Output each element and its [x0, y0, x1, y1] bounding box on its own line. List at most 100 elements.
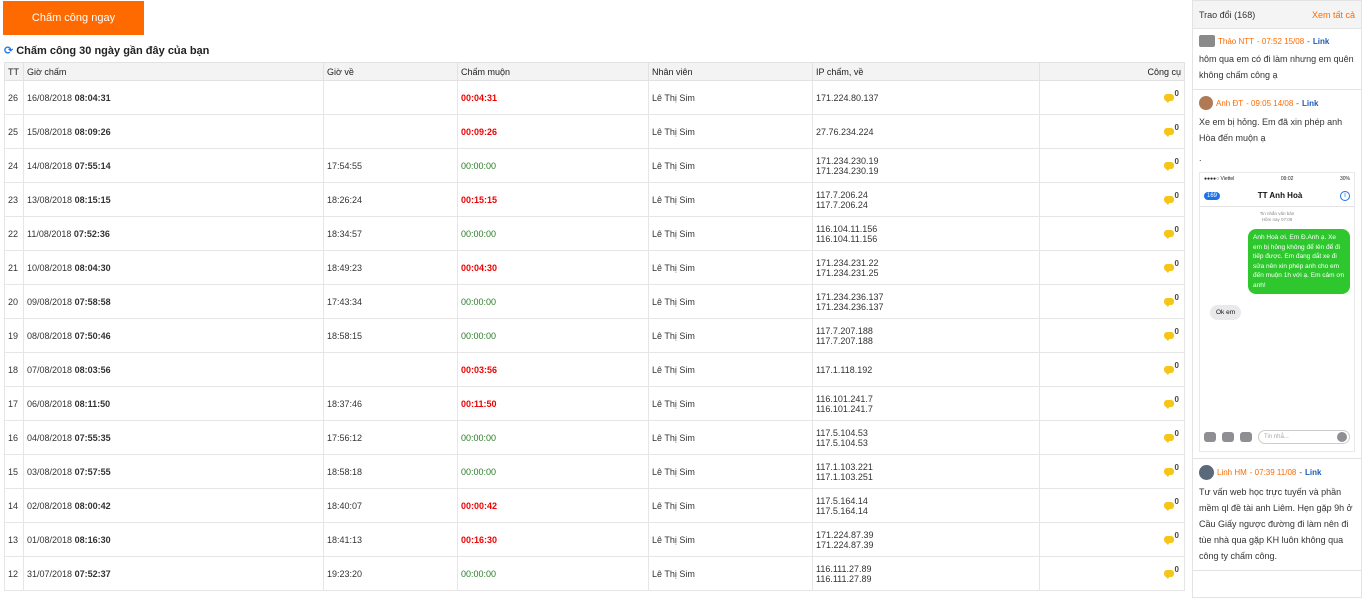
comment-count: 0	[1174, 326, 1179, 336]
row-time-out	[323, 80, 458, 115]
row-late: 00:00:00	[457, 420, 649, 455]
row-tools: 0	[1039, 114, 1185, 149]
row-time-out: 18:37:46	[323, 386, 458, 421]
comment-icon[interactable]: 0	[1164, 191, 1179, 205]
row-checkin: 16/08/2018 08:04:31	[23, 80, 324, 115]
row-ip-out: 117.7.206.24	[816, 199, 868, 210]
attendance-table: TT Giờ chấm Giờ về Chấm muộn Nhân viên I…	[4, 62, 1185, 591]
row-tt: 22	[4, 216, 24, 251]
row-checkin: 01/08/2018 08:16:30	[23, 522, 324, 557]
comment-icon[interactable]: 0	[1164, 157, 1179, 171]
row-late-value: 00:00:00	[461, 466, 497, 477]
discussion-panel: Trao đổi (168) Xem tất cả Thảo NTT - 07:…	[1192, 0, 1362, 598]
comment-icon[interactable]: 0	[1164, 531, 1179, 545]
row-time-in: 07:52:36	[73, 228, 110, 239]
phone-date-label: Tin nhắn văn bản Hôm nay 07:08	[1259, 211, 1295, 222]
comment-icon[interactable]: 0	[1164, 293, 1179, 307]
row-tt: 26	[4, 80, 24, 115]
comment-icon[interactable]: 0	[1164, 429, 1179, 443]
refresh-icon[interactable]: ⟳	[4, 44, 13, 57]
row-checkin: 07/08/2018 08:03:56	[23, 352, 324, 387]
row-tt: 17	[4, 386, 24, 421]
row-late: 00:16:30	[457, 522, 649, 557]
row-date: 07/08/2018	[27, 364, 73, 375]
row-tt: 20	[4, 284, 24, 319]
message-author[interactable]: Linh HM	[1217, 468, 1247, 477]
row-ip: 117.5.164.14 117.5.164.14	[812, 488, 1040, 523]
row-time-out: 18:58:18	[323, 454, 458, 489]
row-ip-in: 171.224.80.137	[816, 92, 879, 103]
col-header-checkin-time: Giờ chấm	[23, 62, 324, 81]
comment-count: 0	[1174, 564, 1179, 574]
row-date: 03/08/2018	[27, 466, 73, 477]
row-ip-in: 171.234.236.137	[816, 291, 884, 302]
see-all-link[interactable]: Xem tất cả	[1312, 10, 1355, 20]
row-ip-in: 116.101.241.7	[816, 393, 873, 404]
row-employee: Lê Thị Sim	[648, 420, 813, 455]
row-ip-in: 117.7.207.188	[816, 325, 873, 336]
table-row: 14 02/08/2018 08:00:42 18:40:07 00:00:42…	[4, 488, 1185, 523]
row-ip: 116.111.27.89 116.111.27.89	[812, 556, 1040, 591]
row-time-in: 07:55:35	[74, 432, 111, 443]
message-link[interactable]: Link	[1305, 468, 1321, 477]
comment-icon[interactable]: 0	[1164, 463, 1179, 477]
row-late-value: 00:09:26	[461, 126, 498, 137]
row-ip-in: 117.5.164.14	[816, 495, 868, 506]
checkin-now-button[interactable]: Chấm công ngay	[3, 1, 144, 35]
comment-icon[interactable]: 0	[1164, 259, 1179, 273]
row-late: 00:00:00	[457, 556, 649, 591]
comment-icon[interactable]: 0	[1164, 395, 1179, 409]
row-tools: 0	[1039, 216, 1185, 251]
heart-icon	[1222, 432, 1234, 442]
row-ip-out: 117.1.103.251	[816, 471, 873, 482]
back-badge: 169	[1204, 191, 1221, 200]
row-employee: Lê Thị Sim	[648, 454, 813, 489]
row-tt: 18	[4, 352, 24, 387]
row-late: 00:00:00	[457, 318, 649, 353]
row-date: 06/08/2018	[27, 398, 73, 409]
comment-icon[interactable]: 0	[1164, 224, 1179, 239]
comment-icon[interactable]: 0	[1164, 564, 1179, 579]
comment-icon[interactable]: 0	[1164, 361, 1179, 375]
row-late-value: 00:11:50	[461, 398, 497, 409]
table-row: 25 15/08/2018 08:09:26 00:09:26 Lê Thị S…	[4, 114, 1185, 149]
row-ip-out: 171.224.87.39	[816, 539, 874, 550]
panel-title: Trao đổi (168)	[1199, 9, 1256, 20]
row-ip-out: 117.5.104.53	[816, 437, 868, 448]
row-time-in: 08:16:30	[74, 534, 111, 545]
row-ip-in: 117.1.103.221	[816, 461, 873, 472]
row-employee: Lê Thị Sim	[648, 488, 813, 523]
row-late: 00:00:00	[457, 454, 649, 489]
discussion-message: Thảo NTT - 07:52 15/08 - Link hôm qua em…	[1193, 29, 1361, 90]
table-header-row: TT Giờ chấm Giờ về Chấm muộn Nhân viên I…	[4, 62, 1185, 81]
row-time-out: 18:41:13	[323, 522, 458, 557]
col-header-late: Chấm muộn	[457, 62, 649, 81]
row-late: 00:11:50	[457, 386, 649, 421]
comment-icon[interactable]: 0	[1164, 497, 1179, 511]
comment-icon[interactable]: 0	[1164, 89, 1179, 103]
comment-icon[interactable]: 0	[1164, 123, 1179, 137]
message-author[interactable]: Anh ĐT	[1216, 99, 1243, 108]
message-link[interactable]: Link	[1302, 99, 1318, 108]
row-tt: 15	[4, 454, 24, 489]
comment-icon[interactable]: 0	[1164, 326, 1179, 341]
row-ip-out: 117.5.164.14	[816, 505, 868, 516]
row-employee: Lê Thị Sim	[648, 80, 813, 115]
row-late: 00:00:42	[457, 488, 649, 523]
row-ip-out: 116.111.27.89	[816, 573, 872, 584]
row-late-value: 00:00:00	[461, 568, 497, 579]
row-ip: 171.224.87.39 171.224.87.39	[812, 522, 1040, 557]
comment-count: 0	[1174, 224, 1179, 234]
row-time-out: 17:54:55	[323, 148, 458, 183]
row-date: 31/07/2018	[27, 568, 73, 579]
table-row: 18 07/08/2018 08:03:56 00:03:56 Lê Thị S…	[4, 352, 1185, 387]
row-time-in: 07:50:46	[74, 330, 111, 341]
received-bubble: Ok em	[1210, 305, 1242, 320]
attached-screenshot[interactable]: ●●●●○ Viettel 09:02 30% 169 TT Anh Hoà i…	[1199, 172, 1355, 452]
row-tt: 14	[4, 488, 24, 523]
message-link[interactable]: Link	[1313, 37, 1329, 46]
appstore-icon	[1240, 432, 1252, 442]
row-late-value: 00:00:00	[461, 296, 497, 307]
row-checkin: 13/08/2018 08:15:15	[23, 182, 324, 217]
message-author[interactable]: Thảo NTT	[1218, 37, 1254, 46]
